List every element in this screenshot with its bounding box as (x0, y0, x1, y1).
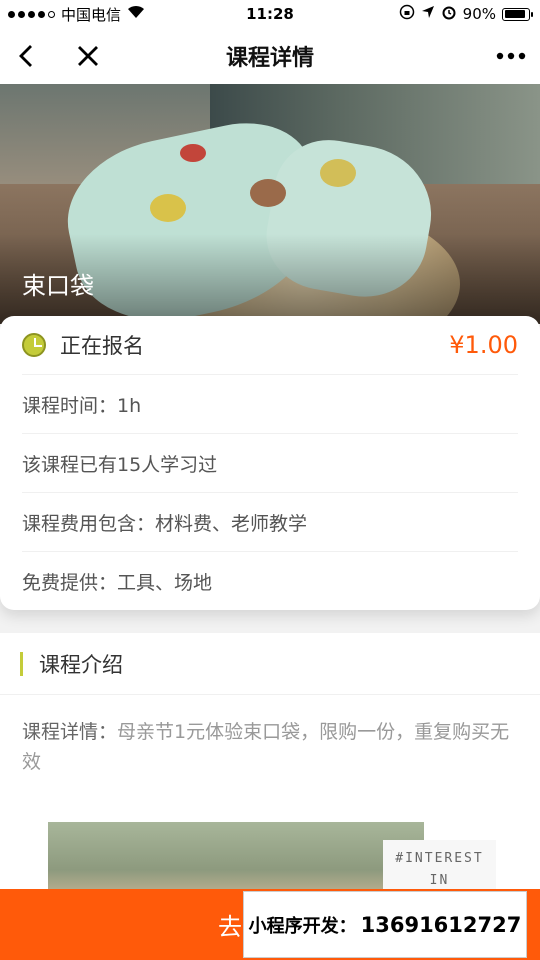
enrollment-status: 正在报名 (60, 334, 144, 358)
course-info-card: 正在报名 ¥1.00 课程时间：1h 该课程已有15人学习过 课程费用包含：材料… (0, 316, 540, 610)
info-row-fee: 课程费用包含：材料费、老师教学 (22, 493, 518, 552)
carrier-label: 中国电信 (61, 5, 122, 24)
wifi-icon (127, 5, 145, 23)
battery-icon (502, 7, 533, 21)
enroll-button[interactable]: 去 (218, 907, 242, 942)
promo-label: 小程序开发： (248, 915, 357, 937)
intro-header: 课程介绍 (0, 633, 540, 695)
enrollment-row: 正在报名 ¥1.00 (22, 316, 518, 375)
nav-bar: 课程详情 (0, 28, 540, 84)
signal-icon (8, 10, 55, 18)
info-row-learners: 该课程已有15人学习过 (22, 434, 518, 493)
course-detail: 课程详情：母亲节1元体验束口袋，限购一份，重复购买无效 (0, 695, 540, 777)
location-icon (421, 5, 435, 23)
close-icon[interactable] (68, 36, 108, 76)
section-accent-bar (20, 651, 23, 676)
hero-image: 束口袋 (0, 84, 540, 324)
alarm-icon (441, 4, 457, 24)
promo-overlay: 小程序开发： 13691612727 (243, 891, 527, 958)
intro-title: 课程介绍 (39, 652, 123, 677)
more-icon[interactable] (496, 36, 526, 82)
rotation-lock-icon (399, 4, 415, 24)
clock-icon (22, 333, 46, 357)
photo-caption-line-1: #INTEREST (395, 851, 484, 866)
course-name: 束口袋 (22, 272, 94, 300)
chevron-left-icon[interactable] (6, 36, 46, 76)
battery-percent: 90% (462, 5, 496, 23)
info-row-duration: 课程时间：1h (22, 375, 518, 434)
promo-phone: 13691612727 (360, 912, 522, 937)
status-bar: 中国电信 11:28 90% (0, 0, 540, 28)
info-row-free: 免费提供：工具、场地 (22, 572, 213, 594)
course-price: ¥1.00 (449, 331, 518, 359)
detail-label: 课程详情： (22, 721, 118, 743)
